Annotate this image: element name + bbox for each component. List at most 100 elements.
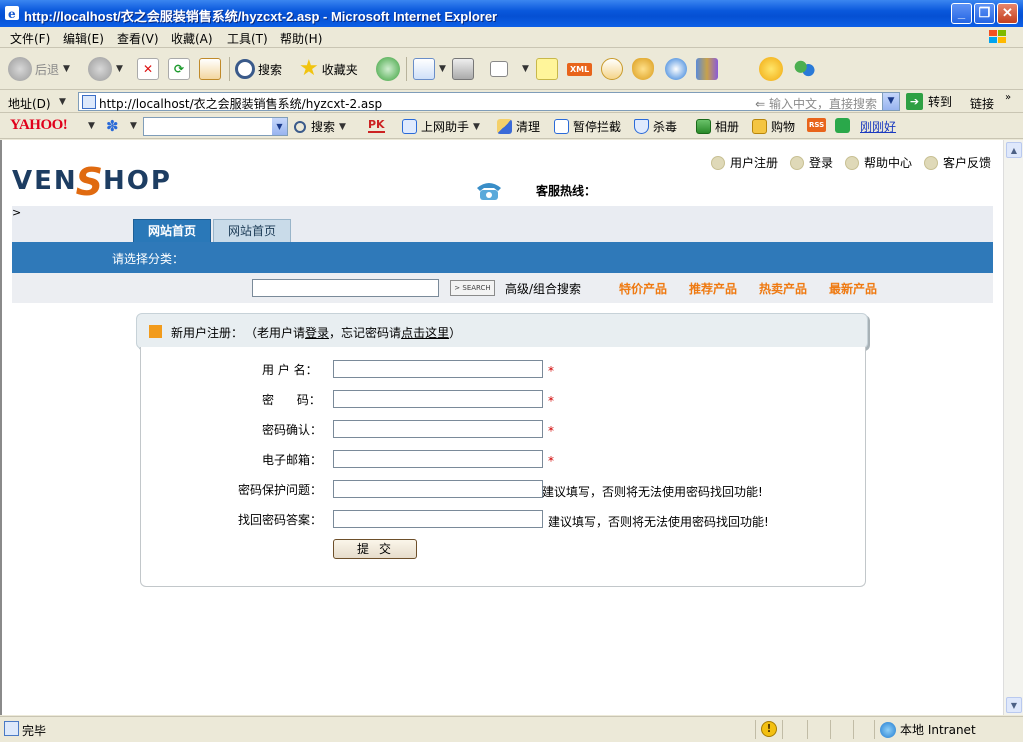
rss-button[interactable]: RSS bbox=[807, 118, 827, 132]
tab-home-active[interactable]: 网站首页 bbox=[133, 219, 211, 242]
feedback-icon bbox=[923, 155, 938, 170]
newest-products-link[interactable]: 最新产品 bbox=[829, 280, 877, 297]
password-field[interactable] bbox=[333, 390, 543, 408]
hotline-label: 客服热线： bbox=[536, 184, 597, 198]
security-answer-field[interactable] bbox=[333, 510, 543, 528]
home-button[interactable] bbox=[199, 55, 221, 83]
forward-button[interactable]: ▼ bbox=[88, 55, 123, 83]
menu-favorites[interactable]: 收藏(A) bbox=[171, 30, 213, 47]
money-button[interactable] bbox=[632, 55, 654, 83]
menu-help[interactable]: 帮助(H) bbox=[280, 30, 322, 47]
forgot-password-link[interactable]: 点击这里 bbox=[401, 326, 449, 340]
links-button[interactable]: 链接 bbox=[970, 95, 994, 112]
venshop-logo[interactable]: VENSHOP bbox=[12, 154, 172, 204]
advanced-search-link[interactable]: 高级/组合搜索 bbox=[505, 280, 581, 297]
xml-button[interactable]: XML bbox=[567, 55, 593, 83]
stop-button[interactable]: ✕ bbox=[137, 55, 159, 83]
print-button[interactable] bbox=[452, 55, 474, 83]
messenger-button[interactable] bbox=[601, 55, 623, 83]
register-label: 用户注册 bbox=[729, 156, 778, 170]
album-button[interactable]: 相册 bbox=[696, 118, 739, 135]
password-label: 密 码： bbox=[262, 393, 321, 407]
mail-button[interactable]: ▼ bbox=[413, 55, 446, 83]
chat-icon bbox=[601, 58, 623, 80]
go-button[interactable]: ➔ 转到 bbox=[906, 93, 952, 110]
chevron-down-icon[interactable]: ▼ bbox=[88, 121, 95, 131]
yahoo-logo[interactable]: YAHOO! bbox=[10, 117, 68, 134]
menu-file[interactable]: 文件(F) bbox=[10, 30, 50, 47]
shopping-button[interactable]: 购物 bbox=[752, 118, 795, 135]
close-button[interactable]: ✕ bbox=[997, 3, 1018, 24]
chevron-right-icon: > bbox=[12, 206, 22, 219]
category-bar: 请选择分类： bbox=[12, 242, 993, 273]
just-now-link[interactable]: 刚刚好 bbox=[860, 118, 896, 135]
just-now-label: 刚刚好 bbox=[860, 120, 897, 134]
history-button[interactable] bbox=[376, 55, 400, 83]
green-app-button[interactable] bbox=[835, 118, 854, 133]
popup-block-button[interactable]: 暂停拦截 bbox=[554, 118, 621, 135]
hot-products-link[interactable]: 热卖产品 bbox=[759, 280, 807, 297]
submit-button[interactable]: 提交 bbox=[333, 539, 417, 559]
chevron-down-icon[interactable]: ▼ bbox=[130, 121, 137, 131]
required-marker: * bbox=[548, 364, 554, 378]
search-button[interactable]: 搜索 bbox=[235, 55, 282, 83]
maximize-button[interactable]: ❐ bbox=[974, 3, 995, 24]
refresh-button[interactable]: ⟳ bbox=[168, 55, 190, 83]
address-input[interactable]: http://localhost/衣之会服装销售系统/hyzcxt-2.asp … bbox=[78, 92, 900, 111]
chevron-down-icon[interactable]: ▼ bbox=[272, 118, 287, 135]
web-assistant-button[interactable]: 上网助手 ▼ bbox=[402, 118, 480, 135]
favorites-button[interactable]: ★ 收藏夹 bbox=[299, 55, 358, 83]
flower-icon[interactable]: ✽ bbox=[106, 117, 119, 135]
scroll-up-icon[interactable]: ▲ bbox=[1006, 142, 1022, 158]
history-icon bbox=[376, 57, 400, 81]
site-search-button[interactable]: > SEARCH bbox=[450, 280, 495, 296]
email-field[interactable] bbox=[333, 450, 543, 468]
login-link-inline[interactable]: 登录 bbox=[305, 326, 329, 340]
login-link[interactable]: 登录 bbox=[789, 154, 833, 171]
recommended-products-link[interactable]: 推荐产品 bbox=[689, 280, 737, 297]
pk-button[interactable]: PK bbox=[368, 118, 385, 133]
site-search-input[interactable] bbox=[252, 279, 439, 297]
yahoo-search-button[interactable]: 搜索 ▼ bbox=[294, 118, 346, 135]
page-content: VENSHOP 用户注册 登录 帮助中心 客户反馈 客服热线： > 网站首页 网… bbox=[0, 140, 1003, 715]
menu-tools[interactable]: 工具(T) bbox=[227, 30, 268, 47]
username-field[interactable] bbox=[333, 360, 543, 378]
security-answer-label: 找回密码答案： bbox=[238, 513, 323, 527]
security-question-note: 建议填写，否则将无法使用密码找回功能! bbox=[542, 485, 763, 499]
note-button[interactable] bbox=[536, 55, 558, 83]
security-question-field[interactable] bbox=[333, 480, 543, 498]
yahoo-search-input[interactable]: ▼ bbox=[143, 117, 288, 136]
feedback-link[interactable]: 客户反馈 bbox=[923, 154, 991, 171]
more-chevron-icon[interactable]: » bbox=[1005, 92, 1011, 103]
msn-button[interactable] bbox=[793, 55, 815, 83]
popup-block-icon bbox=[554, 119, 569, 134]
emoticon-button[interactable] bbox=[759, 55, 783, 83]
back-button[interactable]: 后退 ▼ bbox=[8, 55, 70, 83]
registration-title: 新用户注册： （老用户请登录，忘记密码请点击这里） bbox=[171, 324, 461, 341]
address-dropdown-button[interactable]: ▼ bbox=[882, 93, 899, 110]
orange-square-icon bbox=[149, 325, 162, 338]
menu-edit[interactable]: 编辑(E) bbox=[63, 30, 104, 47]
minimize-button[interactable]: _ bbox=[951, 3, 972, 24]
chevron-down-icon: ▼ bbox=[473, 121, 480, 132]
status-divider bbox=[874, 720, 875, 739]
vertical-scrollbar[interactable]: ▲ ▼ bbox=[1003, 140, 1023, 715]
mail-icon bbox=[413, 58, 435, 80]
register-link[interactable]: 用户注册 bbox=[710, 154, 778, 171]
confirm-password-field[interactable] bbox=[333, 420, 543, 438]
warning-icon[interactable]: ! bbox=[761, 721, 777, 737]
help-center-link[interactable]: 帮助中心 bbox=[844, 154, 912, 171]
qq-button[interactable] bbox=[665, 55, 687, 83]
registration-prefix: 新用户注册： bbox=[171, 326, 244, 340]
antivirus-button[interactable]: 杀毒 bbox=[634, 118, 677, 135]
clean-button[interactable]: 清理 bbox=[497, 118, 540, 135]
menu-view[interactable]: 查看(V) bbox=[117, 30, 159, 47]
special-products-link[interactable]: 特价产品 bbox=[619, 280, 667, 297]
research-button[interactable] bbox=[696, 55, 718, 83]
edit-button[interactable]: ▼ bbox=[490, 55, 529, 83]
scroll-down-icon[interactable]: ▼ bbox=[1006, 697, 1022, 713]
registration-header: 新用户注册： （老用户请登录，忘记密码请点击这里） bbox=[136, 313, 868, 349]
print-icon bbox=[452, 58, 474, 80]
tab-home[interactable]: 网站首页 bbox=[213, 219, 291, 242]
broom-icon bbox=[497, 119, 512, 134]
